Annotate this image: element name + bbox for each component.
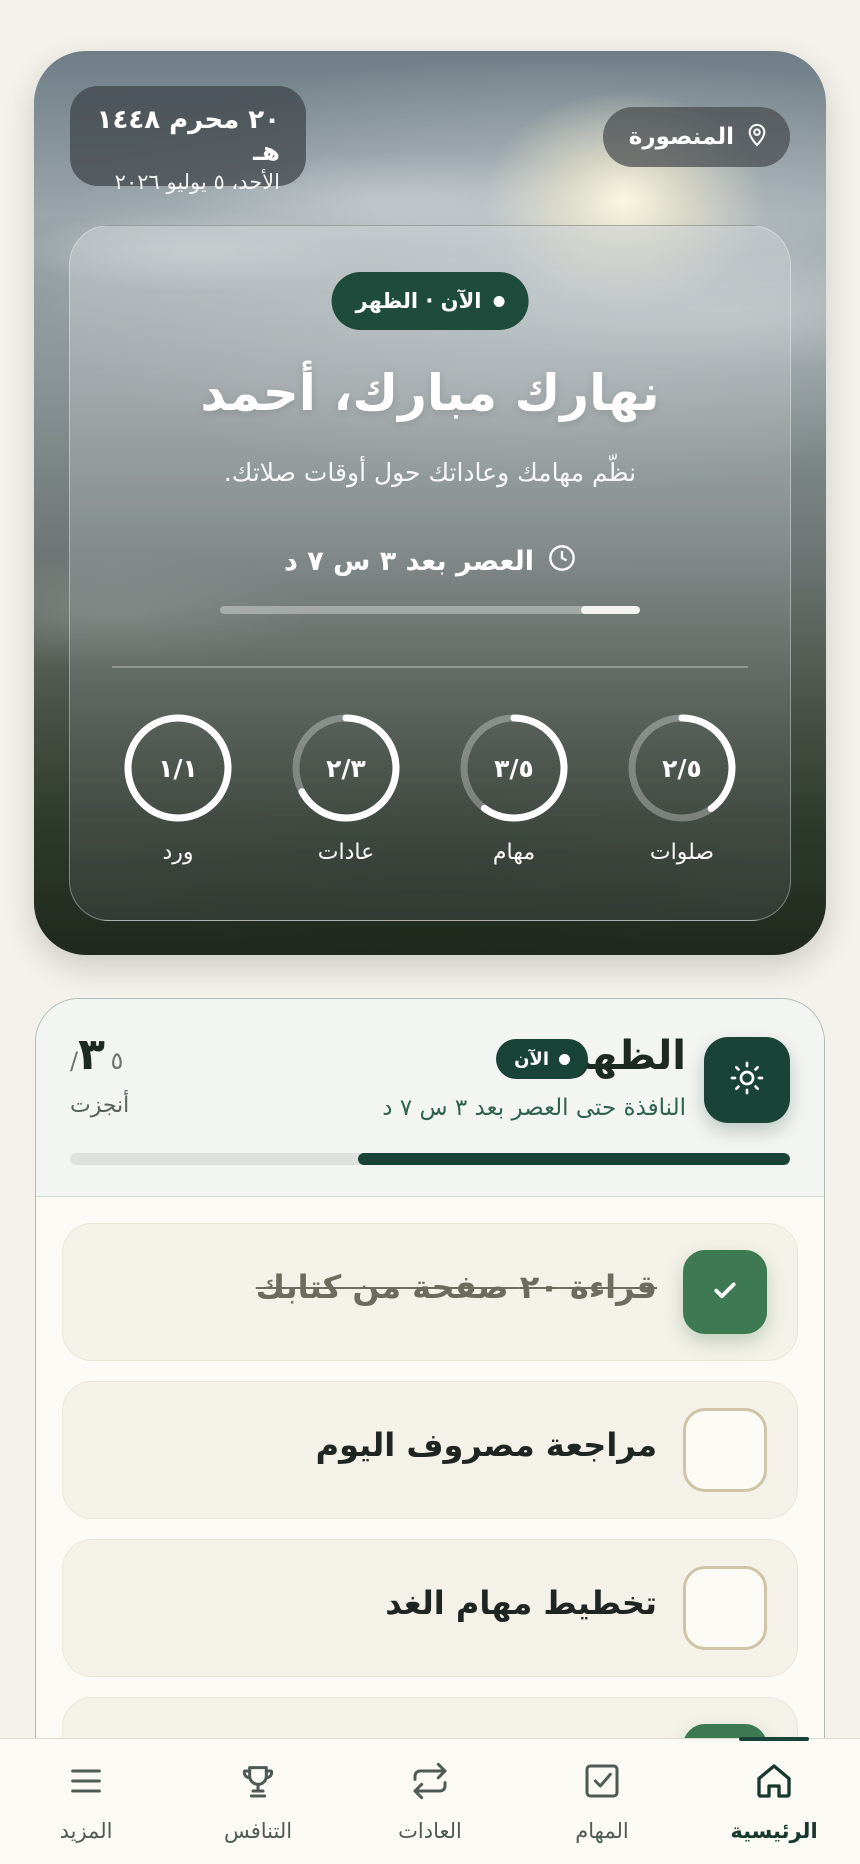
nav-label: المزيد — [59, 1819, 113, 1843]
completed-count: /٥ ٣ — [70, 1029, 123, 1080]
prayer-progress-fill — [358, 1153, 790, 1165]
stat-tasks[interactable]: ٣/٥ مهام — [446, 712, 582, 865]
now-chip: الآن — [496, 1039, 588, 1079]
progress-ring: ٢/٣ — [290, 712, 402, 824]
next-prayer-countdown: العصر بعد ٣ س ٧ د — [70, 544, 790, 579]
progress-ring: ١/١ — [122, 712, 234, 824]
hijri-date: ٢٠ محرم ١٤٤٨ هـ — [96, 105, 280, 167]
menu-icon — [66, 1761, 106, 1805]
prayer-card-header: الظهر الآن النافذة حتى العصر بعد ٣ س ٧ د… — [36, 999, 824, 1197]
prayer-window-text: النافذة حتى العصر بعد ٣ س ٧ د — [382, 1095, 686, 1121]
location-pin-icon — [746, 121, 768, 153]
stat-label: ورد — [162, 840, 194, 865]
gregorian-date: الأحد، ٥ يوليو ٢٠٢٦ — [114, 170, 280, 194]
prayer-icon-button[interactable] — [704, 1037, 790, 1123]
current-prayer-label: الآن · الظهر — [355, 289, 482, 313]
task-title: مراجعة مصروف اليوم — [315, 1426, 657, 1464]
greeting-subtitle: نظّم مهامك وعاداتك حول أوقات صلاتك. — [223, 458, 637, 487]
greeting-title: نهارك مبارك، أحمد — [200, 364, 660, 422]
task-title: قراءة ٢٠ صفحة من كتابك — [255, 1268, 657, 1306]
checkbox-icon — [582, 1761, 622, 1805]
nav-label: العادات — [398, 1819, 462, 1843]
trophy-icon — [238, 1761, 278, 1805]
live-dot-icon — [493, 295, 505, 307]
progress-ring: ٣/٥ — [458, 712, 570, 824]
date-pill[interactable]: ٢٠ محرم ١٤٤٨ هـ الأحد، ٥ يوليو ٢٠٢٦ — [70, 86, 306, 194]
done-count: ٣ — [78, 1029, 105, 1080]
nav-more[interactable]: المزيد — [0, 1739, 172, 1864]
live-dot-icon — [559, 1053, 570, 1065]
stat-value: ٢/٥ — [662, 753, 702, 783]
stat-label: صلوات — [649, 840, 715, 865]
task-checkbox[interactable] — [683, 1250, 767, 1334]
nav-habits[interactable]: العادات — [344, 1739, 516, 1864]
completed-label: أنجزت — [70, 1093, 130, 1118]
stat-wird[interactable]: ١/١ ورد — [110, 712, 246, 865]
stat-habits[interactable]: ٢/٣ عادات — [278, 712, 414, 865]
summary-panel: الآن · الظهر نهارك مبارك، أحمد نظّم مهام… — [69, 225, 791, 921]
stat-value: ٣/٥ — [494, 753, 534, 783]
stat-value: ١/١ — [158, 753, 198, 783]
nav-label: الرئيسية — [730, 1819, 818, 1843]
location-pill[interactable]: المنصورة — [602, 107, 790, 167]
countdown-progress-fill — [581, 606, 640, 614]
nav-label: التنافس — [223, 1819, 293, 1843]
repeat-icon — [410, 1761, 450, 1805]
clock-icon — [548, 544, 576, 579]
nav-competition[interactable]: التنافس — [172, 1739, 344, 1864]
divider — [112, 666, 748, 668]
nav-tasks[interactable]: المهام — [516, 1739, 688, 1864]
stat-value: ٢/٣ — [326, 753, 366, 783]
sun-icon — [729, 1060, 765, 1100]
prayer-progress-bar — [70, 1153, 790, 1165]
progress-ring: ٢/٥ — [626, 712, 738, 824]
bottom-nav: الرئيسية المهام العادات التنافس المزيد — [0, 1738, 860, 1864]
stat-label: عادات — [317, 840, 375, 865]
prayer-tasks-card: الظهر الآن النافذة حتى العصر بعد ٣ س ٧ د… — [35, 998, 825, 1864]
list-item[interactable]: تخطيط مهام الغد — [62, 1539, 798, 1677]
task-checkbox[interactable] — [683, 1408, 767, 1492]
nav-home[interactable]: الرئيسية — [688, 1739, 860, 1864]
countdown-text: العصر بعد ٣ س ٧ د — [283, 546, 535, 577]
stats-rings: ٢/٥ صلوات ٣/٥ مهام ٢/٣ عادات ١/١ ورد — [110, 712, 750, 865]
check-icon — [710, 1275, 740, 1309]
list-item[interactable]: قراءة ٢٠ صفحة من كتابك — [62, 1223, 798, 1361]
stat-label: مهام — [492, 840, 536, 865]
home-icon — [754, 1761, 794, 1805]
location-name: المنصورة — [628, 124, 734, 150]
task-checkbox[interactable] — [683, 1566, 767, 1650]
nav-label: المهام — [575, 1819, 629, 1843]
task-title: تخطيط مهام الغد — [385, 1584, 657, 1622]
stat-prayers[interactable]: ٢/٥ صلوات — [614, 712, 750, 865]
list-item[interactable]: مراجعة مصروف اليوم — [62, 1381, 798, 1519]
countdown-progress-bar — [220, 606, 640, 614]
hero-card: ٢٠ محرم ١٤٤٨ هـ الأحد، ٥ يوليو ٢٠٢٦ المن… — [34, 51, 826, 955]
current-prayer-badge: الآن · الظهر — [331, 272, 529, 330]
now-chip-label: الآن — [514, 1048, 549, 1070]
